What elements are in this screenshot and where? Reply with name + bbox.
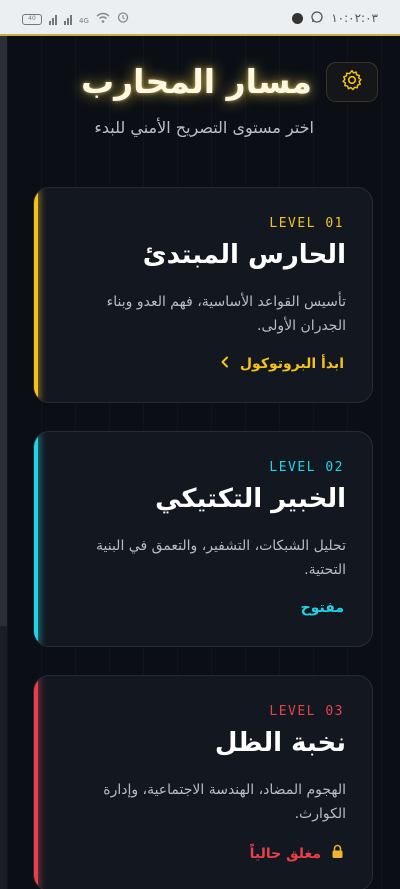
wifi-icon xyxy=(96,12,110,25)
gear-icon xyxy=(341,69,363,95)
action-label: مغلق حالياً xyxy=(249,845,321,862)
level-card-3[interactable]: LEVEL 03 نخبة الظل الهجوم المضاد، الهندس… xyxy=(33,675,373,889)
battery-icon: 40 xyxy=(22,14,42,25)
level-label: LEVEL 03 xyxy=(269,704,344,719)
action-label: ابدأ البروتوكول xyxy=(239,356,344,372)
card-title: الحارس المبتدئ xyxy=(142,240,346,270)
chat-icon xyxy=(292,12,304,24)
open-status-button[interactable]: مفتوح xyxy=(301,600,344,616)
locked-status: مغلق حالياً xyxy=(250,844,344,863)
card-description: الهجوم المضاد، الهندسة الاجتماعية، وإدار… xyxy=(103,782,346,822)
level-card-1[interactable]: LEVEL 01 الحارس المبتدئ تأسيس القواعد ال… xyxy=(33,187,373,403)
status-bar: 40 4G ١٠:٠٢:٠٣ xyxy=(0,0,400,36)
page-subtitle: اختر مستوى التصريح الأمني للبدء xyxy=(94,118,314,137)
chevron-left-icon xyxy=(220,356,230,372)
action-label: مفتوح xyxy=(300,600,344,616)
level-card-2[interactable]: LEVEL 02 الخبير التكتيكي تحليل الشبكات، … xyxy=(33,431,373,647)
signal-icon-2 xyxy=(64,15,72,25)
page-title: مسار المحارب xyxy=(80,62,312,101)
level-label: LEVEL 01 xyxy=(269,216,344,231)
card-accent-bar xyxy=(34,676,38,889)
card-title: الخبير التكتيكي xyxy=(155,484,346,514)
alarm-icon xyxy=(117,11,129,25)
clock: ١٠:٠٢:٠٣ xyxy=(331,11,378,25)
lock-icon xyxy=(331,844,344,863)
whatsapp-icon xyxy=(311,11,323,25)
card-accent-bar xyxy=(34,432,38,646)
card-title: نخبة الظل xyxy=(214,728,346,758)
signal-icon xyxy=(49,15,57,25)
start-protocol-button[interactable]: ابدأ البروتوكول xyxy=(220,356,344,372)
card-description: تأسيس القواعد الأساسية، فهم العدو وبناء … xyxy=(106,294,346,334)
card-accent-bar xyxy=(34,188,38,402)
scrollbar-thumb[interactable] xyxy=(0,36,7,626)
level-label: LEVEL 02 xyxy=(269,460,344,475)
network-label: 4G xyxy=(79,17,89,25)
settings-button[interactable] xyxy=(326,62,378,102)
card-description: تحليل الشبكات، التشفير، والتعمق في البني… xyxy=(96,538,346,578)
